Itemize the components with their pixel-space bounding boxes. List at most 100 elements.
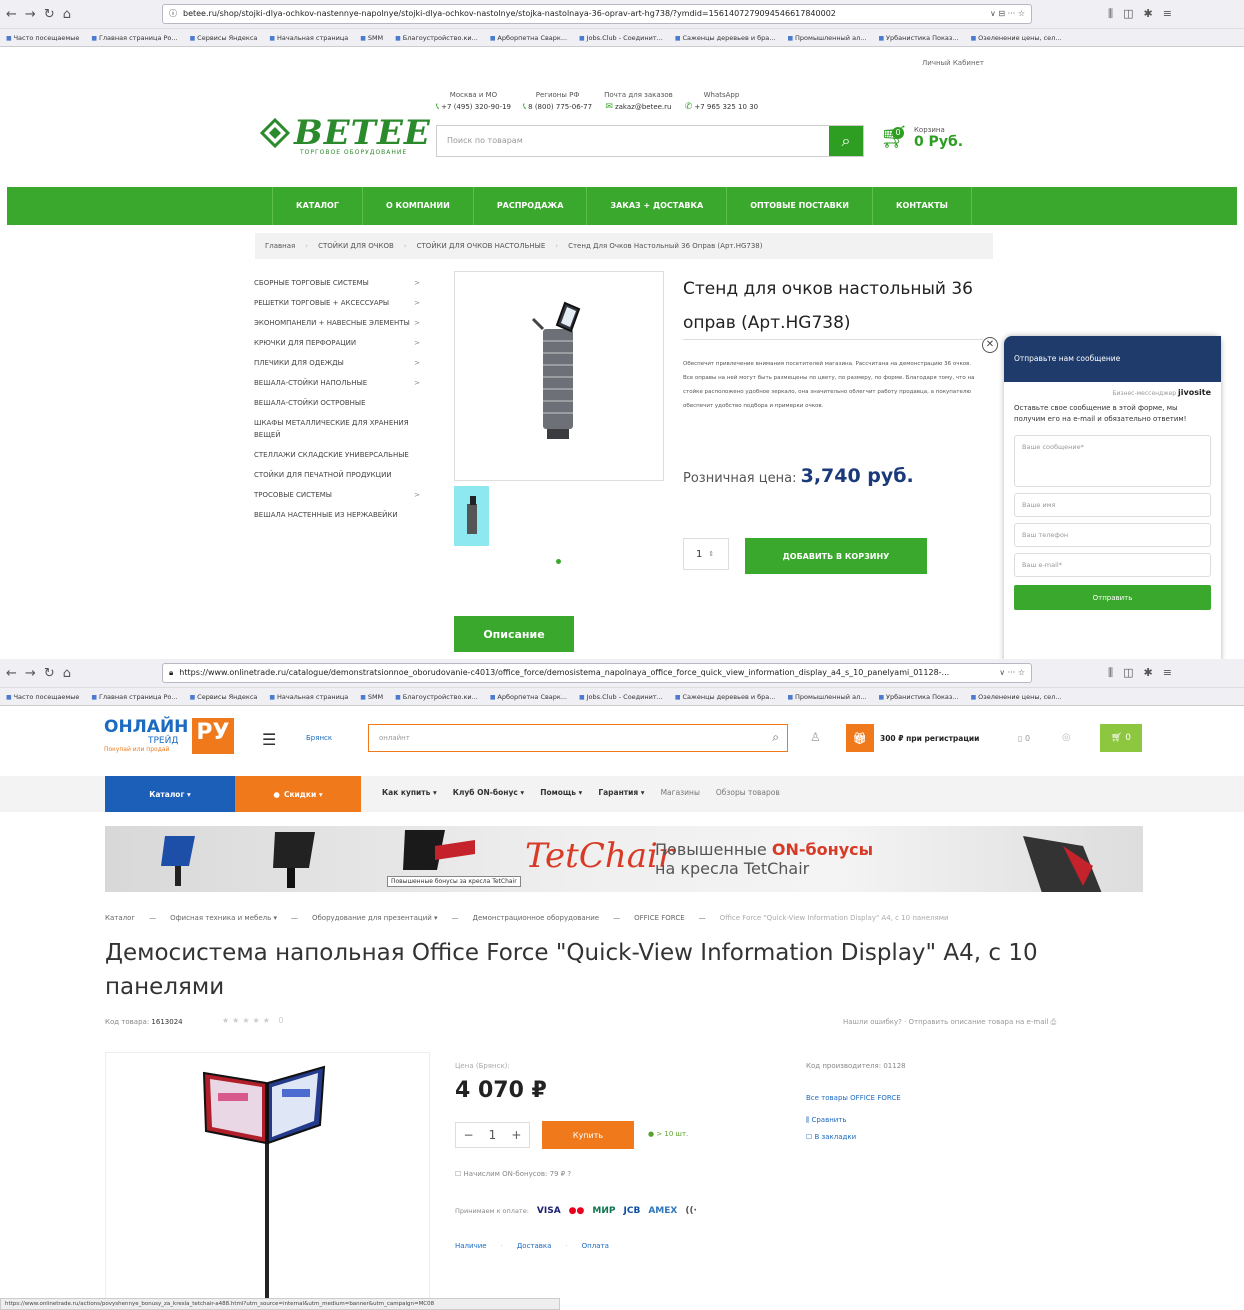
contact-value[interactable]: ✉ zakaz@betee.ru — [605, 102, 671, 112]
category-item[interactable]: ПЛЕЧИКИ ДЛЯ ОДЕЖДЫ > — [254, 353, 424, 373]
category-item[interactable]: ВЕШАЛА НАСТЕННЫЕ ИЗ НЕРЖАВЕЙКИ — [254, 505, 424, 525]
category-item[interactable]: СБОРНЫЕ ТОРГОВЫЕ СИСТЕМЫ > — [254, 273, 424, 293]
back-icon[interactable]: ← — [6, 7, 17, 22]
print-icon[interactable]: ⎙ — [1051, 1018, 1057, 1026]
compare-link[interactable]: ⫼ Сравнить — [806, 1116, 906, 1125]
menu-icon[interactable]: ≡ — [1163, 7, 1172, 21]
menu-icon[interactable]: ≡ — [1163, 666, 1172, 680]
bookmark-item[interactable]: Благоустройство.ки... — [395, 693, 478, 701]
sales-button[interactable]: ● Скидки ▾ — [235, 776, 361, 812]
catalog-button[interactable]: Каталог ▾ — [105, 776, 235, 812]
sidebar-icon[interactable]: ◫ — [1123, 666, 1133, 680]
nav-item[interactable]: ОПТОВЫЕ ПОСТАВКИ — [726, 187, 872, 225]
sidebar-icon[interactable]: ◫ — [1123, 7, 1133, 21]
nav-link-2[interactable]: Магазины — [661, 788, 700, 797]
bookmark-item[interactable]: Jobs.Club - Соединит... — [579, 34, 663, 42]
promo-banner[interactable]: TetChair Повышенные ON-бонусы на кресла … — [105, 826, 1143, 892]
search-input[interactable]: Поиск по товарам — [437, 126, 829, 156]
user-icon[interactable]: ♙ — [810, 730, 821, 744]
breadcrumb-item[interactable]: Главная — [265, 242, 295, 250]
extension-icon[interactable]: ✱ — [1143, 7, 1152, 21]
nav-item-2[interactable]: Помощь ▾ — [540, 788, 582, 797]
bookmark-item[interactable]: Часто посещаемые — [6, 693, 80, 701]
reload-icon[interactable]: ↻ — [44, 7, 55, 22]
favorites-icon[interactable]: ◎ — [1062, 732, 1071, 743]
bookmark-item[interactable]: Jobs.Club - Соединит... — [579, 693, 663, 701]
personal-cabinet-link[interactable]: Личный Кабинет — [922, 59, 984, 67]
plus-icon[interactable]: + — [511, 1128, 521, 1142]
product-image-2[interactable] — [105, 1052, 430, 1310]
category-item[interactable]: СТЕЛЛАЖИ СКЛАДСКИЕ УНИВЕРСАЛЬНЫЕ — [254, 445, 424, 465]
bookmark-item[interactable]: Сервисы Яндекса — [190, 693, 257, 701]
bookmark-item[interactable]: SMM — [360, 34, 383, 42]
cart-widget[interactable]: 🛒︎0 Корзина 0 Руб. — [880, 125, 963, 150]
category-item[interactable]: ШКАФЫ МЕТАЛЛИЧЕСКИЕ ДЛЯ ХРАНЕНИЯ ВЕЩЕЙ — [254, 413, 424, 445]
product-image[interactable] — [454, 271, 664, 481]
contact-value[interactable]: 📞︎ 8 (800) 775-06-77 — [523, 102, 592, 112]
category-item[interactable]: КРЮЧКИ ДЛЯ ПЕРФОРАЦИИ > — [254, 333, 424, 353]
url-actions-2[interactable]: ∨ ··· ☆ — [999, 664, 1025, 682]
bookmark-item[interactable]: Саженцы деревьев и бра... — [675, 34, 775, 42]
nav-item[interactable]: РАСПРОДАЖА — [472, 187, 587, 225]
home-icon[interactable]: ⌂ — [63, 666, 71, 681]
nav-item[interactable]: ЗАКАЗ + ДОСТАВКА — [586, 187, 726, 225]
bookmark-item[interactable]: Главная страница Ро... — [91, 693, 178, 701]
city-selector[interactable]: Брянск — [306, 734, 332, 742]
bookmark-item[interactable]: Начальная страница — [269, 34, 348, 42]
error-report-links[interactable]: Нашли ошибку? · Отправить описание товар… — [843, 1018, 1056, 1027]
bookmark-item[interactable]: Часто посещаемые — [6, 34, 80, 42]
gallery-dot[interactable] — [556, 559, 561, 564]
bookmark-item[interactable]: Арборпетна Сварк... — [490, 693, 567, 701]
rating-stars[interactable]: ★★★★★ 0 — [222, 1016, 287, 1025]
bookmark-item[interactable]: Арборпетна Сварк... — [490, 34, 567, 42]
minus-icon[interactable]: − — [464, 1128, 474, 1142]
forward-icon[interactable]: → — [25, 7, 36, 22]
breadcrumb-item-2[interactable]: Оборудование для презентаций ▾ — [312, 914, 438, 922]
add-to-cart-button[interactable]: ДОБАВИТЬ В КОРЗИНУ — [745, 538, 927, 574]
extension-icon[interactable]: ✱ — [1143, 666, 1152, 680]
contact-value[interactable]: ✆ +7 965 325 10 30 — [685, 102, 758, 112]
info-link[interactable]: Наличие — [455, 1242, 487, 1250]
reload-icon[interactable]: ↻ — [44, 666, 55, 681]
bookmark-item[interactable]: Сервисы Яндекса — [190, 34, 257, 42]
breadcrumb-item-2[interactable]: Офисная техника и мебель ▾ — [170, 914, 277, 922]
category-item[interactable]: ЭКОНОМПАНЕЛИ + НАВЕСНЫЕ ЭЛЕМЕНТЫ > — [254, 313, 424, 333]
info-link[interactable]: Оплата — [582, 1242, 609, 1250]
product-thumbnail[interactable] — [454, 486, 489, 546]
url-actions[interactable]: ∨ ⊟ ··· ☆ — [990, 5, 1025, 23]
betee-logo[interactable]: BETEE ТОРГОВОЕ ОБОРУДОВАНИЕ — [260, 113, 431, 156]
compare-counter[interactable]: ▯ 0 — [1018, 734, 1030, 743]
chat-email-field[interactable]: Ваш e-mail* — [1014, 553, 1211, 577]
category-item[interactable]: СТОЙКИ ДЛЯ ПЕЧАТНОЙ ПРОДУКЦИИ — [254, 465, 424, 485]
contact-value[interactable]: 📞︎ +7 (495) 320-90-19 — [436, 102, 511, 112]
search-input-2[interactable]: онлайнт ⌕ — [368, 724, 788, 752]
address-bar[interactable]: ⓘ betee.ru/shop/stojki-dlya-ochkov-naste… — [162, 4, 1032, 24]
nav-item[interactable]: КАТАЛОГ — [272, 187, 362, 225]
bookmark-link[interactable]: ☐ В закладки — [806, 1133, 906, 1141]
info-link[interactable]: Доставка — [517, 1242, 552, 1250]
quantity-input[interactable]: 1 ⇕ — [683, 538, 729, 570]
bookmark-item[interactable]: Урбанистика Показ... — [878, 34, 959, 42]
stepper-icon[interactable]: ⇕ — [708, 550, 714, 558]
tab-description[interactable]: Описание — [454, 616, 574, 652]
back-icon[interactable]: ← — [6, 666, 17, 681]
nav-link-2[interactable]: Обзоры товаров — [716, 788, 780, 797]
breadcrumb-item[interactable]: СТОЙКИ ДЛЯ ОЧКОВ — [318, 242, 394, 250]
category-item[interactable]: ВЕШАЛА-СТОЙКИ НАПОЛЬНЫЕ > — [254, 373, 424, 393]
bookmark-item[interactable]: Промышленный ал... — [787, 693, 866, 701]
nav-item-2[interactable]: Как купить ▾ — [382, 788, 437, 797]
bookmark-item[interactable]: Озеленение цены, сел... — [971, 693, 1061, 701]
chat-phone-field[interactable]: Ваш телефон — [1014, 523, 1211, 547]
forward-icon[interactable]: → — [25, 666, 36, 681]
search-button[interactable]: ⌕ — [829, 126, 863, 156]
cart-button-2[interactable]: 🛒︎ 0 — [1100, 724, 1142, 752]
quantity-stepper[interactable]: − 1 + — [455, 1122, 530, 1148]
buy-button[interactable]: Купить — [542, 1121, 634, 1149]
library-icon[interactable]: ⫼ — [1108, 666, 1113, 680]
bookmark-item[interactable]: Саженцы деревьев и бра... — [675, 693, 775, 701]
bookmark-item[interactable]: Благоустройство.ки... — [395, 34, 478, 42]
address-bar-2[interactable]: 🔒︎ https://www.onlinetrade.ru/catalogue/… — [162, 663, 1032, 683]
chat-close-icon[interactable]: ✕ — [982, 337, 998, 353]
chat-message-field[interactable]: Ваше сообщение* — [1014, 435, 1211, 487]
all-brand-link[interactable]: Все товары OFFICE FORCE — [806, 1094, 906, 1102]
